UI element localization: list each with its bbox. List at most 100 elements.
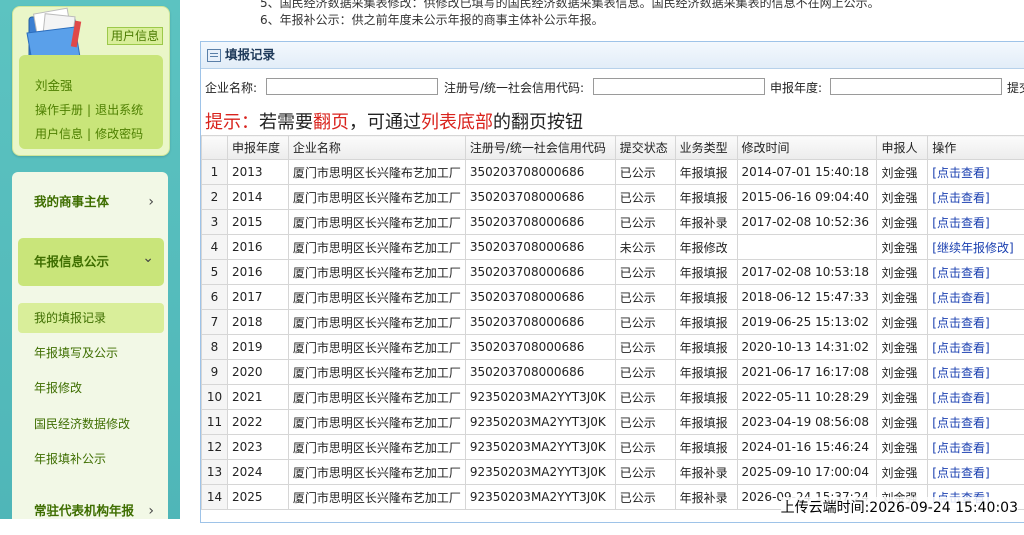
- table-cell: 350203708000686: [465, 210, 615, 235]
- report-year-label: 申报年度:: [770, 79, 822, 96]
- table-cell: 年报填报: [675, 335, 737, 360]
- table-cell: 年报填报: [675, 310, 737, 335]
- nav-sub-fill-and-publish[interactable]: 年报填写及公示: [18, 338, 164, 368]
- credit-code-input[interactable]: [593, 78, 765, 95]
- table-cell: 2021-06-17 16:17:08: [737, 360, 877, 385]
- company-name-input[interactable]: [266, 78, 438, 95]
- table-cell: 2015: [227, 210, 288, 235]
- column-header: 操作: [928, 136, 1024, 160]
- user-card: 用户信息 刘金强 操作手册|退出系统 用户信息|修改密码: [12, 6, 170, 156]
- table-cell: 厦门市思明区长兴隆布艺加工厂: [288, 460, 465, 485]
- table-cell: 92350203MA2YYT3J0K: [465, 385, 615, 410]
- nav-sub-my-records[interactable]: 我的填报记录: [18, 303, 164, 333]
- tip-highlight-1: 翻页: [313, 112, 349, 133]
- row-number: 1: [202, 160, 228, 185]
- table-cell: 2020: [227, 360, 288, 385]
- records-panel: 填报记录 企业名称: 注册号/统一社会信用代码: 申报年度: 提交 提示：若需要…: [200, 41, 1024, 523]
- table-cell: 已公示: [615, 360, 675, 385]
- submit-button[interactable]: 提交: [1007, 79, 1024, 96]
- nav-representative-office[interactable]: 常驻代表机构年报 ›: [18, 487, 164, 535]
- table-cell: 2022-05-11 10:28:29: [737, 385, 877, 410]
- table-cell: 厦门市思明区长兴隆布艺加工厂: [288, 335, 465, 360]
- table-row: 112022厦门市思明区长兴隆布艺加工厂92350203MA2YYT3J0K已公…: [202, 410, 1024, 435]
- view-link[interactable]: [点击查看]: [932, 266, 989, 280]
- table-cell: [点击查看]: [928, 260, 1024, 285]
- nav-my-entities[interactable]: 我的商事主体 ›: [18, 178, 164, 226]
- table-cell: 厦门市思明区长兴隆布艺加工厂: [288, 185, 465, 210]
- table-cell: 刘金强: [877, 160, 928, 185]
- nav-my-entities-label: 我的商事主体: [34, 194, 109, 209]
- view-link[interactable]: [点击查看]: [932, 316, 989, 330]
- row-number: 7: [202, 310, 228, 335]
- view-link[interactable]: [点击查看]: [932, 366, 989, 380]
- column-header: 企业名称: [288, 136, 465, 160]
- table-cell: 2014: [227, 185, 288, 210]
- table-row: 122023厦门市思明区长兴隆布艺加工厂92350203MA2YYT3J0K已公…: [202, 435, 1024, 460]
- nav-representative-office-label: 常驻代表机构年报: [34, 503, 134, 518]
- table-header-row: 申报年度企业名称注册号/统一社会信用代码提交状态业务类型修改时间申报人操作: [202, 136, 1024, 160]
- logout-link[interactable]: 退出系统: [95, 103, 143, 117]
- table-cell: 已公示: [615, 485, 675, 510]
- nav-sub-report-modify[interactable]: 年报修改: [18, 373, 164, 403]
- table-cell: 2018-06-12 15:47:33: [737, 285, 877, 310]
- table-cell: [点击查看]: [928, 160, 1024, 185]
- nav-annual-report[interactable]: 年报信息公示 ⌄: [18, 238, 164, 286]
- view-link[interactable]: [点击查看]: [932, 291, 989, 305]
- view-link[interactable]: [点击查看]: [932, 166, 989, 180]
- table-cell: 厦门市思明区长兴隆布艺加工厂: [288, 260, 465, 285]
- table-cell: 已公示: [615, 435, 675, 460]
- user-name: 刘金强: [35, 75, 73, 94]
- table-cell: 350203708000686: [465, 260, 615, 285]
- user-info-link[interactable]: 用户信息: [35, 127, 83, 141]
- table-cell: 刘金强: [877, 185, 928, 210]
- table-cell: 2013: [227, 160, 288, 185]
- view-link[interactable]: [点击查看]: [932, 191, 989, 205]
- table-cell: 已公示: [615, 285, 675, 310]
- table-row: 102021厦门市思明区长兴隆布艺加工厂92350203MA2YYT3J0K已公…: [202, 385, 1024, 410]
- report-year-input[interactable]: [830, 78, 1002, 95]
- table-cell: 92350203MA2YYT3J0K: [465, 410, 615, 435]
- table-cell: 已公示: [615, 335, 675, 360]
- view-link[interactable]: [点击查看]: [932, 341, 989, 355]
- table-cell: [点击查看]: [928, 185, 1024, 210]
- table-cell: 已公示: [615, 310, 675, 335]
- view-link[interactable]: [点击查看]: [932, 466, 989, 480]
- column-header: 业务类型: [675, 136, 737, 160]
- view-link[interactable]: [点击查看]: [932, 216, 989, 230]
- user-links-row-2: 用户信息|修改密码: [35, 125, 143, 142]
- table-cell: 2024: [227, 460, 288, 485]
- row-number: 10: [202, 385, 228, 410]
- user-info-badge[interactable]: 用户信息: [107, 27, 163, 45]
- manual-link[interactable]: 操作手册: [35, 103, 83, 117]
- nav-sub-supplement-publish[interactable]: 年报填补公示: [18, 444, 164, 474]
- table-cell: 厦门市思明区长兴隆布艺加工厂: [288, 235, 465, 260]
- table-cell: 厦门市思明区长兴隆布艺加工厂: [288, 485, 465, 510]
- table-cell: 2016: [227, 235, 288, 260]
- tip-prefix: 提示：: [205, 112, 259, 133]
- table-cell: 年报补录: [675, 460, 737, 485]
- view-link[interactable]: [继续年报修改]: [932, 241, 1013, 255]
- table-row: 12013厦门市思明区长兴隆布艺加工厂350203708000686已公示年报填…: [202, 160, 1024, 185]
- table-cell: 2018: [227, 310, 288, 335]
- tip-text-2: ，可通过: [349, 112, 421, 133]
- view-link[interactable]: [点击查看]: [932, 391, 989, 405]
- table-cell: 350203708000686: [465, 360, 615, 385]
- column-header: 修改时间: [737, 136, 877, 160]
- table-cell: 2017-02-08 10:53:18: [737, 260, 877, 285]
- table-cell: 年报补录: [675, 485, 737, 510]
- table-cell: 已公示: [615, 410, 675, 435]
- table-cell: 厦门市思明区长兴隆布艺加工厂: [288, 310, 465, 335]
- view-link[interactable]: [点击查看]: [932, 416, 989, 430]
- table-row: 72018厦门市思明区长兴隆布艺加工厂350203708000686已公示年报填…: [202, 310, 1024, 335]
- table-cell: 厦门市思明区长兴隆布艺加工厂: [288, 385, 465, 410]
- table-cell: 已公示: [615, 210, 675, 235]
- table-cell: 2025-09-10 17:00:04: [737, 460, 877, 485]
- row-number: 3: [202, 210, 228, 235]
- nav-sub-economic-data-modify[interactable]: 国民经济数据修改: [18, 409, 164, 439]
- table-cell: 350203708000686: [465, 335, 615, 360]
- table-cell: 年报填报: [675, 160, 737, 185]
- table-cell: 350203708000686: [465, 310, 615, 335]
- view-link[interactable]: [点击查看]: [932, 441, 989, 455]
- change-password-link[interactable]: 修改密码: [95, 127, 143, 141]
- table-cell: 2024-01-16 15:46:24: [737, 435, 877, 460]
